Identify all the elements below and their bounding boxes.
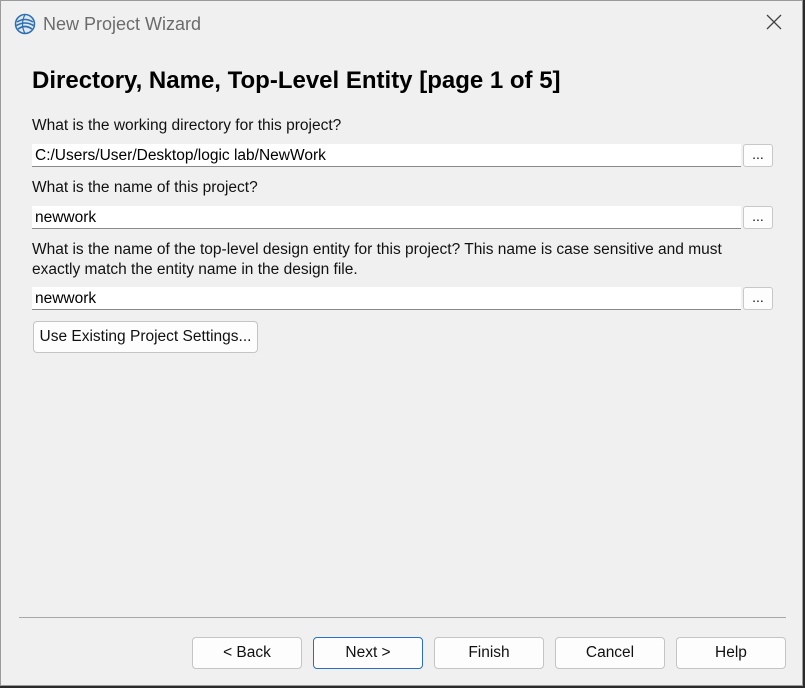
window-title: New Project Wizard (43, 14, 202, 34)
title-bar: New Project Wizard (1, 1, 802, 47)
close-button[interactable] (746, 1, 802, 47)
help-button[interactable]: Help (676, 637, 786, 669)
new-project-wizard-window: New Project Wizard Directory, Name, Top-… (0, 0, 803, 686)
close-icon (765, 13, 783, 36)
browse-working-directory-button[interactable]: ... (743, 144, 773, 167)
back-button[interactable]: < Back (192, 637, 302, 669)
working-directory-label: What is the working directory for this p… (32, 117, 342, 134)
working-directory-input[interactable] (32, 144, 741, 167)
finish-button[interactable]: Finish (434, 637, 544, 669)
browse-project-name-button[interactable]: ... (743, 206, 773, 229)
cancel-button[interactable]: Cancel (555, 637, 665, 669)
footer-divider (19, 617, 786, 618)
browse-top-level-entity-button[interactable]: ... (743, 287, 773, 310)
project-name-label: What is the name of this project? (32, 179, 258, 196)
next-button[interactable]: Next > (313, 637, 423, 669)
quartus-globe-icon (14, 13, 36, 35)
top-level-entity-input[interactable] (32, 287, 741, 310)
project-name-input[interactable] (32, 206, 741, 229)
top-level-entity-label: What is the name of the top-level design… (32, 241, 722, 278)
page-title: Directory, Name, Top-Level Entity [page … (32, 67, 561, 94)
wizard-content: Directory, Name, Top-Level Entity [page … (1, 47, 802, 685)
use-existing-project-settings-button[interactable]: Use Existing Project Settings... (33, 321, 258, 353)
